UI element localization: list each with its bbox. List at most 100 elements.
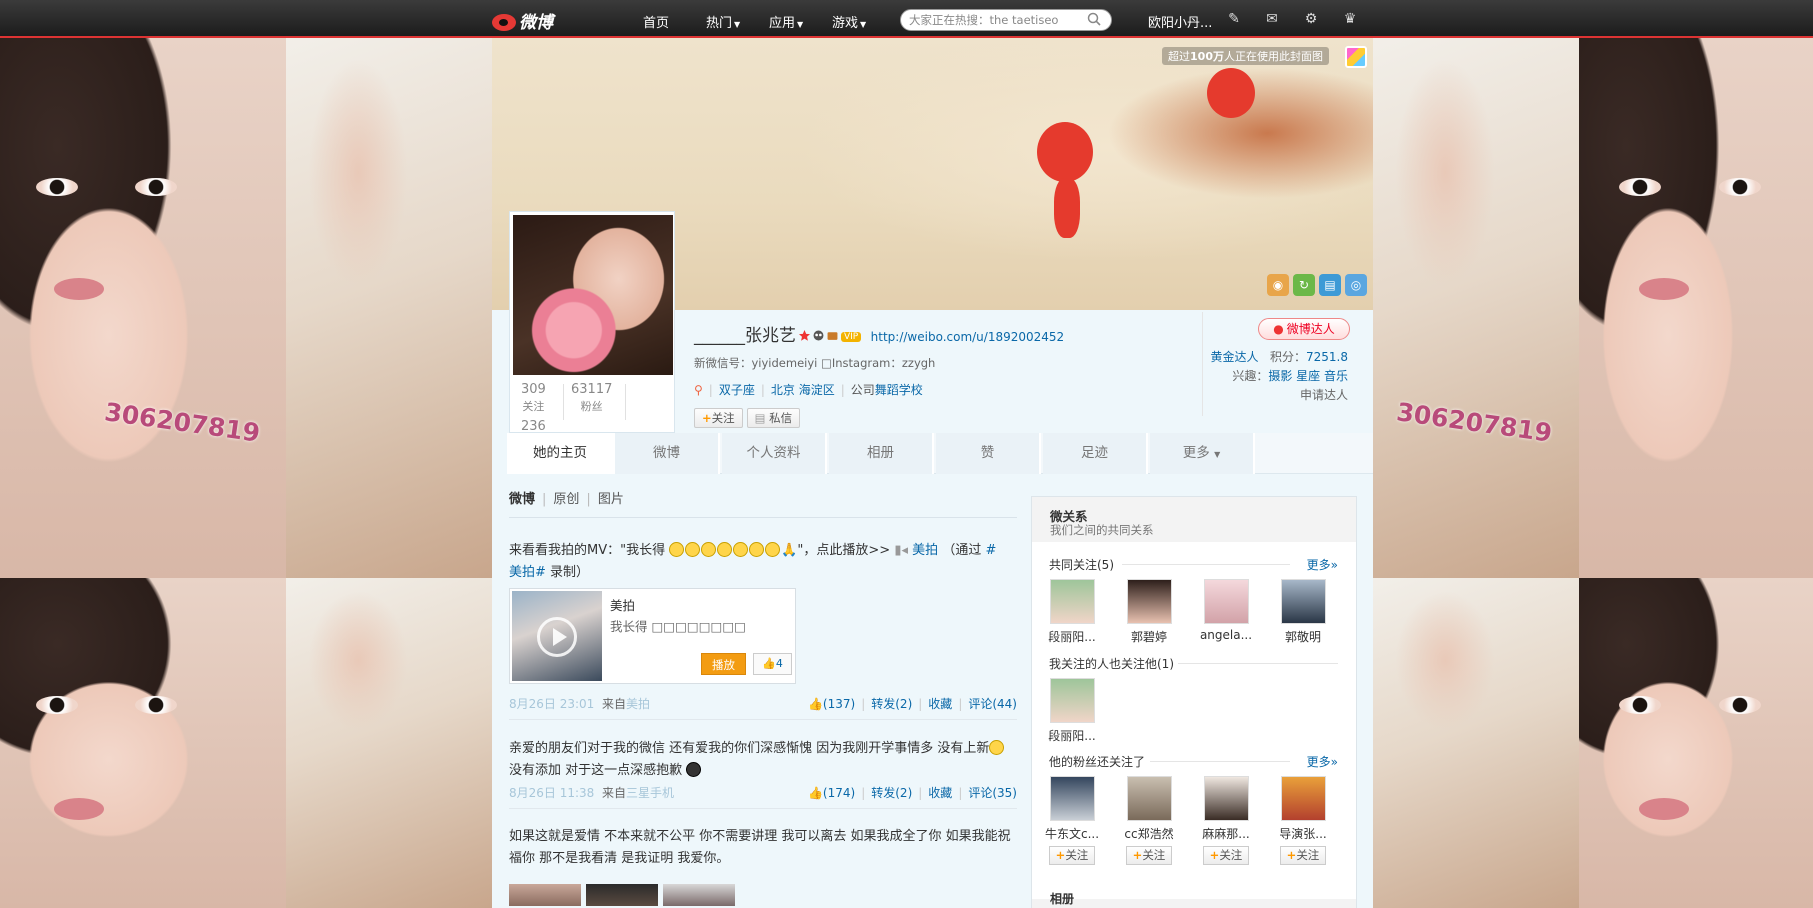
talent-score: 黄金达人 积分：7251.8 bbox=[1210, 350, 1348, 364]
favorite-button[interactable]: 收藏 bbox=[928, 697, 952, 711]
avatar[interactable] bbox=[1280, 776, 1326, 821]
search-input[interactable]: 大家正在热搜：the taetiseo bbox=[900, 9, 1112, 31]
user-card[interactable]: 段丽阳... bbox=[1040, 678, 1104, 744]
list-icon[interactable]: ▤ bbox=[1319, 274, 1341, 296]
tab-more[interactable]: 更多 ▼ bbox=[1150, 433, 1255, 474]
repost-button[interactable]: 转发(2) bbox=[871, 786, 912, 800]
search-icon[interactable] bbox=[1087, 12, 1101, 26]
post-image-thumbnail[interactable] bbox=[586, 884, 658, 906]
emoji-icon bbox=[669, 542, 685, 557]
follow-button[interactable]: +关注 bbox=[694, 408, 743, 428]
avatar[interactable] bbox=[1049, 776, 1095, 821]
share-icon[interactable]: ↻ bbox=[1293, 274, 1315, 296]
message-button[interactable]: ▤ 私信 bbox=[746, 408, 801, 428]
post-image-thumbnail[interactable] bbox=[663, 884, 735, 906]
avatar[interactable] bbox=[1049, 579, 1095, 624]
apply-talent-link[interactable]: 申请达人 bbox=[1300, 386, 1348, 403]
gear-icon[interactable]: ⚙ bbox=[1303, 11, 1319, 27]
emoji-icon bbox=[749, 542, 765, 557]
post-time[interactable]: 8月26日 23:01 bbox=[509, 697, 594, 711]
user-card[interactable]: 郭敬明 bbox=[1271, 579, 1335, 645]
cover-app-icons: ◉ ↻ ▤ ◎ bbox=[1263, 274, 1367, 296]
tag-company[interactable]: 舞蹈学校 bbox=[875, 383, 923, 397]
tag-zodiac[interactable]: 双子座 bbox=[719, 383, 755, 397]
common-follow-more-link[interactable]: 更多» bbox=[1307, 556, 1338, 573]
crown-icon[interactable]: ♛ bbox=[1342, 11, 1358, 27]
avatar[interactable] bbox=[1203, 776, 1249, 821]
talent-info: 微博达人 黄金达人 积分：7251.8 兴趣：摄影 星座 音乐 申请达人 bbox=[1202, 312, 1362, 416]
avatar[interactable] bbox=[1280, 579, 1326, 624]
follow-button[interactable]: +关注 bbox=[1280, 846, 1326, 865]
avatar[interactable] bbox=[1126, 579, 1172, 624]
video-thumbnail[interactable] bbox=[512, 591, 602, 681]
emoji-icon bbox=[685, 542, 701, 557]
like-button[interactable]: 👍(174) bbox=[808, 786, 855, 800]
follow-button[interactable]: +关注 bbox=[1049, 846, 1095, 865]
nav-games[interactable]: 游戏 ▼ bbox=[832, 12, 866, 31]
divider bbox=[625, 384, 626, 420]
nav-home[interactable]: 首页 bbox=[643, 12, 669, 31]
vip-badge: VIP bbox=[841, 332, 862, 342]
video-like-button[interactable]: 👍4 bbox=[753, 653, 792, 675]
circle-app-icon[interactable]: ◎ bbox=[1345, 274, 1367, 296]
cover-picker-icon[interactable] bbox=[1345, 46, 1367, 68]
filter-original[interactable]: 原创 bbox=[553, 492, 579, 507]
followers-count[interactable]: 63117 粉丝 bbox=[571, 382, 612, 414]
weibo-talent-badge[interactable]: 微博达人 bbox=[1258, 318, 1350, 340]
user-card[interactable]: 导演张... +关注 bbox=[1271, 776, 1335, 865]
user-card[interactable]: angela... bbox=[1194, 579, 1258, 642]
avatar[interactable] bbox=[1203, 579, 1249, 624]
location-icon[interactable]: ◉ bbox=[1267, 274, 1289, 296]
user-card[interactable]: 麻麻那... +关注 bbox=[1194, 776, 1258, 865]
meipai-link[interactable]: 美拍 bbox=[912, 543, 938, 558]
avatar[interactable] bbox=[513, 215, 673, 375]
weibo-logo[interactable]: 微博 bbox=[492, 8, 553, 33]
play-button[interactable]: 播放 bbox=[701, 653, 746, 675]
caret-down-icon: ▼ bbox=[734, 20, 741, 29]
follow-button[interactable]: +关注 bbox=[1126, 846, 1172, 865]
also-follow-title: 我关注的人也关注他(1) bbox=[1049, 657, 1174, 671]
tab-album[interactable]: 相册 bbox=[829, 433, 934, 474]
post-source[interactable]: 三星手机 bbox=[626, 786, 674, 800]
follow-button[interactable]: +关注 bbox=[1203, 846, 1249, 865]
avatar[interactable] bbox=[1126, 776, 1172, 821]
tab-home[interactable]: 她的主页 bbox=[507, 433, 615, 474]
like-button[interactable]: 👍(137) bbox=[808, 697, 855, 711]
comment-button[interactable]: 评论(35) bbox=[968, 786, 1017, 800]
profile-url-link[interactable]: http://weibo.com/u/1892002452 bbox=[871, 330, 1065, 344]
comment-button[interactable]: 评论(44) bbox=[968, 697, 1017, 711]
filter-images[interactable]: 图片 bbox=[598, 492, 624, 507]
tab-weibo[interactable]: 微博 bbox=[615, 433, 720, 474]
album-section-title: 相册 bbox=[1050, 892, 1075, 906]
tab-profile[interactable]: 个人资料 bbox=[722, 433, 827, 474]
user-card[interactable]: cc郑浩然 +关注 bbox=[1117, 776, 1181, 865]
background-photo bbox=[0, 38, 286, 578]
tab-footprint[interactable]: 足迹 bbox=[1043, 433, 1148, 474]
hashtag-link[interactable]: 美拍# bbox=[509, 565, 546, 580]
filter-all[interactable]: 微博 bbox=[509, 492, 535, 507]
fans-follow-more-link[interactable]: 更多» bbox=[1307, 753, 1338, 770]
video-card[interactable]: 美拍 我长得 □□□□□□□□ 播放 👍4 bbox=[509, 588, 796, 684]
video-description: 我长得 □□□□□□□□ bbox=[610, 619, 746, 634]
compose-icon[interactable]: ✎ bbox=[1226, 11, 1242, 27]
user-card[interactable]: 段丽阳... bbox=[1040, 579, 1104, 645]
feed-filters: 微博 | 原创 | 图片 bbox=[509, 492, 624, 507]
repost-button[interactable]: 转发(2) bbox=[871, 697, 912, 711]
nav-hot[interactable]: 热门 ▼ bbox=[706, 12, 740, 31]
current-user-name[interactable]: 欧阳小丹... bbox=[1148, 12, 1212, 31]
user-card[interactable]: 郭碧婷 bbox=[1117, 579, 1181, 645]
posts-count[interactable]: 236 bbox=[521, 419, 546, 434]
post-time[interactable]: 8月26日 11:38 bbox=[509, 786, 594, 800]
tag-location[interactable]: 北京 海淀区 bbox=[771, 383, 835, 397]
avatar[interactable] bbox=[1049, 678, 1095, 723]
profile-info: ______张兆艺 VIP http://weibo.com/u/18920024… bbox=[694, 321, 1214, 428]
following-count[interactable]: 309 关注 bbox=[521, 382, 546, 414]
user-card[interactable]: 牛东文c... +关注 bbox=[1040, 776, 1104, 865]
nav-apps[interactable]: 应用 ▼ bbox=[769, 12, 803, 31]
message-icon[interactable]: ✉ bbox=[1264, 11, 1280, 27]
post-source[interactable]: 美拍 bbox=[626, 697, 650, 711]
favorite-button[interactable]: 收藏 bbox=[928, 786, 952, 800]
tab-likes[interactable]: 赞 bbox=[936, 433, 1041, 474]
video-icon: ▮◂ bbox=[894, 543, 909, 558]
post-image-thumbnail[interactable] bbox=[509, 884, 581, 906]
